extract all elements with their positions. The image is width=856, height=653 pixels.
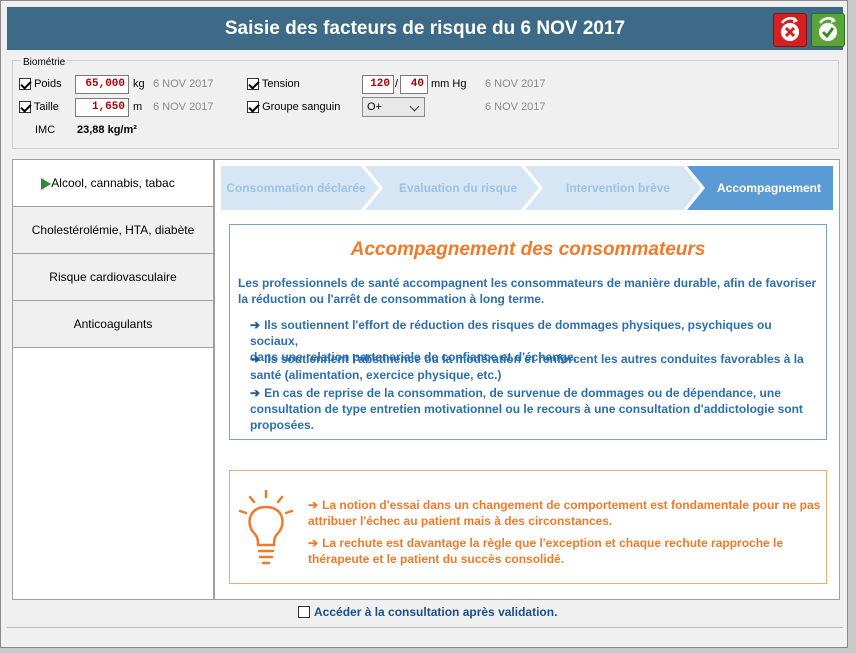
nav-item-label: Cholestérolémie, HTA, diabète (31, 223, 195, 237)
groupe-label: Groupe sanguin (262, 101, 341, 113)
poids-row: Poids (19, 74, 62, 94)
step-evaluation[interactable]: Evaluation du risque (383, 166, 533, 210)
chevron-down-icon (409, 101, 420, 112)
info-bullet-line: proposées. (250, 418, 315, 432)
footer: Accéder à la consultation après validati… (1, 603, 847, 623)
groupe-row: Groupe sanguin (247, 97, 340, 117)
groupe-select[interactable]: O+ (362, 97, 425, 117)
nav-item-label: Alcool, cannabis, tabac (51, 176, 175, 190)
step-intervention[interactable]: Intervention brève (543, 166, 693, 210)
tip-line: La rechute est davantage la règle que l'… (322, 536, 784, 550)
arrow-right-icon: ➔ (308, 498, 319, 512)
tension-label: Tension (261, 78, 300, 90)
groupe-checkbox[interactable] (247, 101, 259, 114)
nav-item-label: Risque cardiovasculaire (49, 270, 177, 284)
poids-unit: kg (133, 78, 145, 90)
info-title: Accompagnement des consommateurs (350, 239, 706, 260)
content-panel: Consommation déclarée Evaluation du risq… (214, 159, 840, 600)
validate-icon (818, 17, 837, 41)
tension-row: Tension (247, 74, 300, 94)
taille-unit: m (133, 101, 143, 113)
poids-checkbox[interactable] (19, 78, 31, 91)
arrow-right-icon: ➔ (250, 386, 261, 400)
lightbulb-icon (238, 489, 294, 565)
imc-value: 23,88 kg/m² (77, 124, 137, 136)
info-bullet-3: ➔ En cas de reprise de la consommation, d… (250, 385, 822, 433)
arrow-right-icon: ➔ (250, 318, 261, 332)
info-bullet-line: Ils soutiennent l'effort de réduction de… (250, 318, 772, 348)
info-intro-line: Les professionnels de santé accompagnent… (238, 276, 817, 290)
tension-separator: / (395, 78, 399, 90)
taille-input[interactable]: 1,650 (75, 98, 129, 117)
consultation-checkbox-label[interactable]: Accéder à la consultation après validati… (314, 605, 557, 619)
arrow-right-icon: ➔ (250, 352, 261, 366)
imc-label: IMC (35, 124, 56, 136)
poids-label: Poids (34, 78, 62, 90)
nav-item-label: Anticoagulants (73, 317, 153, 331)
tension-diastolic-input[interactable]: 40 (400, 75, 428, 94)
poids-date: 6 NOV 2017 (153, 78, 214, 90)
tip-2: ➔ La rechute est davantage la règle que l… (308, 535, 824, 567)
info-bullet-line: En cas de reprise de la consommation, de… (264, 386, 781, 400)
biometrie-group: Biométrie Poids 65,000 kg 6 NOV 2017 Tai… (12, 57, 839, 149)
risk-nav: Alcool, cannabis, tabac Cholestérolémie,… (12, 159, 214, 600)
nav-item-cardio[interactable]: Risque cardiovasculaire (13, 254, 213, 301)
info-bullet-line: Ils soutiennent l'abstinence ou la modér… (264, 352, 804, 366)
step-consommation[interactable]: Consommation déclarée (221, 166, 371, 210)
info-bullet-line: consultation de type entretien motivatio… (250, 402, 803, 416)
status-bar (7, 627, 843, 644)
window-title: Saisie des facteurs de risque du 6 NOV 2… (224, 18, 626, 39)
info-bullet-line: santé (alimentation, exercice physique, … (250, 368, 502, 382)
consultation-checkbox[interactable] (298, 606, 310, 618)
tip-box: ➔ La notion d'essai dans un changement de… (229, 470, 827, 584)
tension-checkbox[interactable] (247, 78, 259, 91)
nav-item-cholesterol[interactable]: Cholestérolémie, HTA, diabète (13, 207, 213, 254)
groupe-value: O+ (367, 101, 382, 113)
info-bullet-2: ➔ Ils soutiennent l'abstinence ou la modé… (250, 351, 822, 383)
validate-button[interactable] (811, 13, 845, 47)
taille-date: 6 NOV 2017 (153, 101, 214, 113)
tension-date: 6 NOV 2017 (485, 78, 546, 90)
dialog-window: Saisie des facteurs de risque du 6 NOV 2… (0, 0, 848, 648)
cancel-button[interactable] (773, 13, 807, 47)
cancel-icon (780, 17, 799, 41)
step-accompagnement[interactable]: Accompagnement (705, 166, 833, 210)
biometrie-legend: Biométrie (21, 57, 68, 68)
info-intro: Les professionnels de santé accompagnent… (238, 275, 818, 307)
step-bar: Consommation déclarée Evaluation du risq… (221, 166, 833, 210)
poids-input[interactable]: 65,000 (75, 75, 129, 94)
tip-1: ➔ La notion d'essai dans un changement de… (308, 497, 824, 529)
title-bar: Saisie des facteurs de risque du 6 NOV 2… (7, 7, 845, 50)
taille-label: Taille (33, 101, 59, 113)
taille-row: Taille (19, 97, 59, 117)
taille-checkbox[interactable] (19, 101, 31, 114)
tension-systolic-input[interactable]: 120 (362, 75, 394, 94)
arrow-right-icon: ➔ (308, 536, 319, 550)
tension-unit: mm Hg (431, 78, 467, 90)
nav-item-alcool[interactable]: Alcool, cannabis, tabac (13, 160, 213, 207)
tip-line: La notion d'essai dans un changement de … (322, 498, 821, 512)
play-icon (41, 178, 51, 190)
groupe-date: 6 NOV 2017 (485, 101, 546, 113)
nav-item-anticoagulants[interactable]: Anticoagulants (13, 301, 213, 348)
tip-line: thérapeute et le patient du succès conso… (308, 552, 565, 566)
info-box: Accompagnement des consommateurs Les pro… (229, 224, 827, 440)
tip-line: attribuer l'échec au patient mais à des … (308, 514, 613, 528)
info-intro-line: la réduction ou l'arrêt de consommation … (238, 292, 545, 306)
